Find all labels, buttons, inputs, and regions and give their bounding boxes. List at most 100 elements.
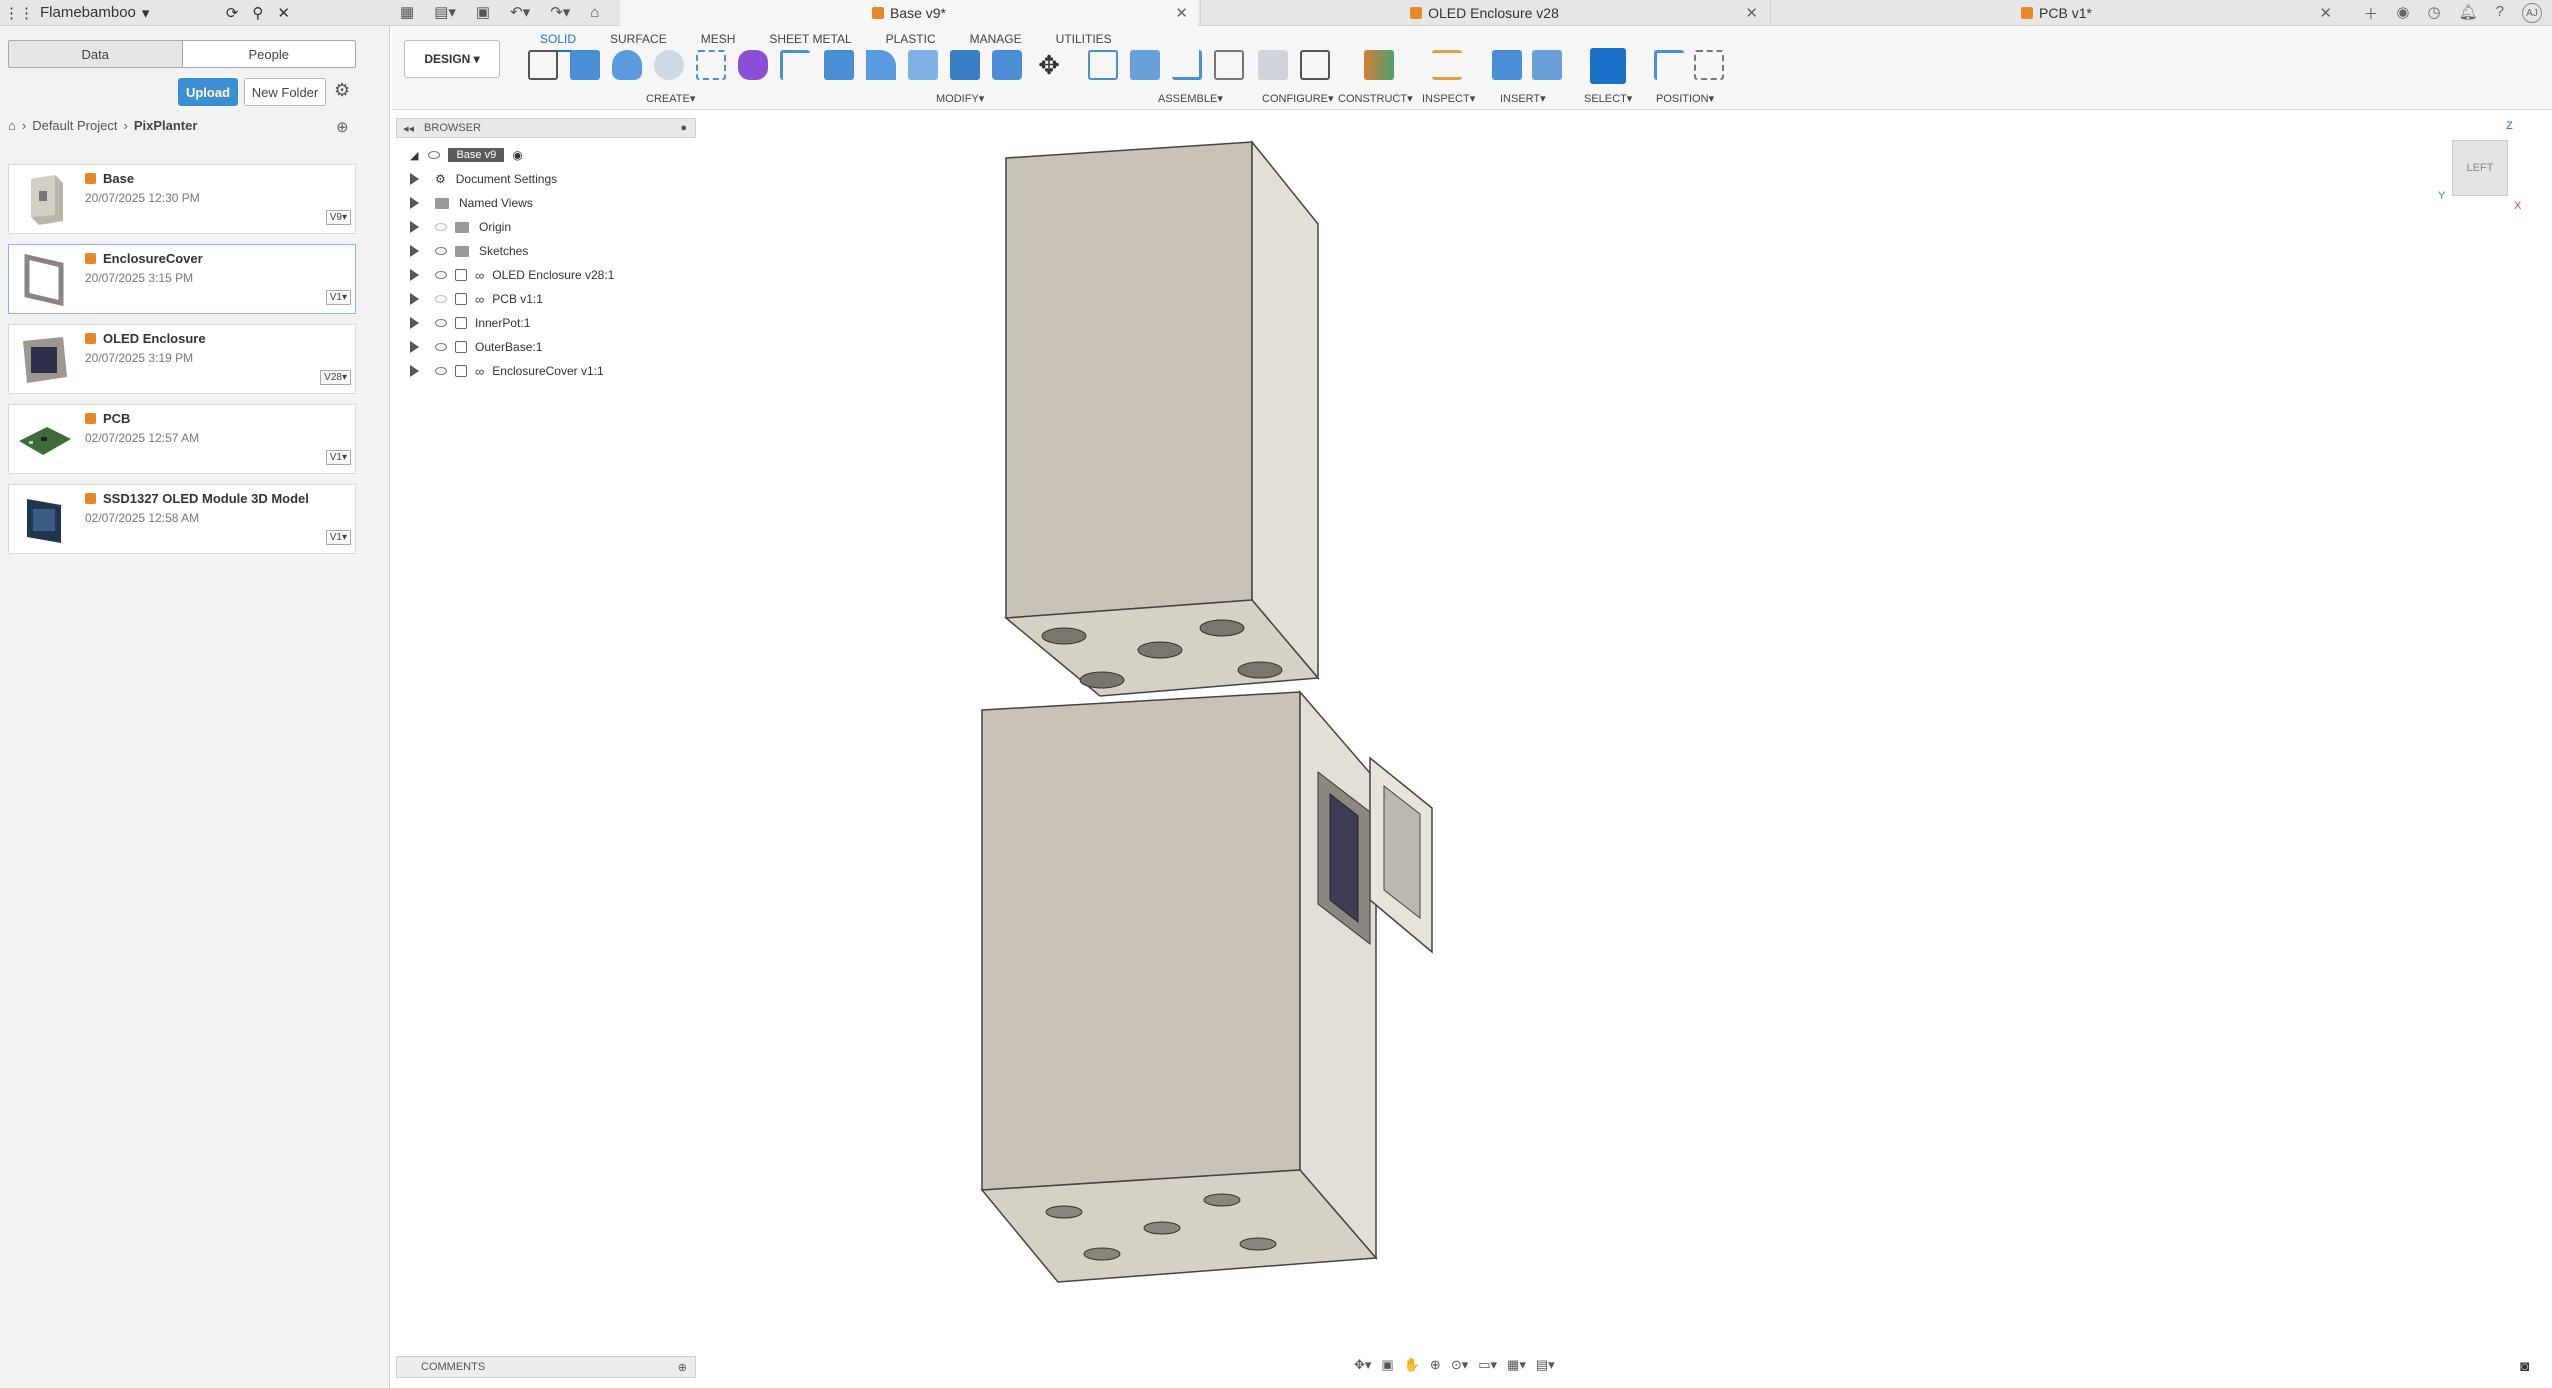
redo-icon[interactable]: ↷▾ [550,3,570,21]
tree-item-oled-enclosure[interactable]: ∞ OLED Enclosure v28:1 [410,264,710,286]
construct-menu[interactable]: CONSTRUCT▾ [1338,92,1413,105]
expand-triangle-icon[interactable] [410,341,419,353]
look-at-icon[interactable]: ▣ [1381,1357,1393,1373]
tree-item-pcb[interactable]: ∞ PCB v1:1 [410,288,710,310]
modify-menu[interactable]: MODIFY▾ [936,92,984,105]
tree-item-outerbase[interactable]: OuterBase:1 [410,336,710,358]
search-icon[interactable]: ⚲ [252,4,263,22]
tab-people[interactable]: People [183,41,356,67]
display-settings-icon[interactable]: ▭▾ [1478,1357,1497,1373]
browser-header[interactable]: ◂◂ BROWSER ● [396,118,696,138]
insert-menu[interactable]: INSERT▾ [1500,92,1546,105]
extrude-icon[interactable] [570,50,600,80]
new-folder-button[interactable]: New Folder [244,78,326,106]
insert-image-icon[interactable] [1532,50,1562,80]
tab-base[interactable]: Base v9* ✕ [620,0,1198,26]
new-tab-icon[interactable]: ＋ [2363,3,2378,24]
viewports-icon[interactable]: ▤▾ [1536,1357,1555,1373]
align-icon[interactable] [1654,50,1684,80]
expand-triangle-icon[interactable] [410,365,419,377]
close-tab-icon[interactable]: ✕ [1745,4,1758,22]
close-tab-icon[interactable]: ✕ [1175,4,1188,22]
avatar[interactable]: AJ [2522,3,2542,23]
assemble-menu[interactable]: ASSEMBLE▾ [1158,92,1223,105]
version-badge[interactable]: V1▾ [325,290,351,305]
visibility-icon[interactable] [435,367,447,375]
add-comment-icon[interactable]: ⊕ [678,1361,687,1374]
capture-position-icon[interactable] [1694,50,1724,80]
version-badge[interactable]: V1▾ [325,530,351,545]
expand-triangle-icon[interactable] [410,245,419,257]
tree-item-document-settings[interactable]: ⚙ Document Settings [410,168,710,190]
gear-icon[interactable]: ⚙ [334,80,350,101]
workspace-switcher[interactable]: DESIGN ▾ [404,40,500,78]
tab-surface[interactable]: SURFACE [600,28,677,52]
hole-icon[interactable] [654,50,684,80]
collapse-icon[interactable]: ◂◂ [403,122,414,135]
tab-pcb[interactable]: PCB v1* ✕ [1770,0,2342,26]
home-icon[interactable]: ⌂ [8,118,16,133]
tree-item-origin[interactable]: Origin [410,216,710,238]
breadcrumb-project[interactable]: Default Project [32,118,117,133]
form-icon[interactable] [738,50,768,80]
chat-icon[interactable]: ◙ [2520,1358,2529,1375]
expand-triangle-icon[interactable] [410,221,419,233]
configure-menu[interactable]: CONFIGURE▾ [1262,92,1334,105]
close-tab-icon[interactable]: ✕ [2319,4,2332,22]
tab-data[interactable]: Data [9,41,183,67]
tree-item-enclosurecover[interactable]: ∞ EnclosureCover v1:1 [410,360,710,382]
extensions-icon[interactable]: ◉ [2396,3,2409,24]
file-card-oled-enclosure[interactable]: OLED Enclosure 20/07/2025 3:19 PM V28▾ [8,324,356,394]
inner-pot-body[interactable] [1004,139,1320,697]
expand-triangle-icon[interactable] [410,197,419,209]
activate-radio-icon[interactable]: ◉ [512,148,522,162]
file-card-pcb[interactable]: PCB 02/07/2025 12:57 AM V1▾ [8,404,356,474]
as-built-joint-icon[interactable] [1172,50,1202,80]
version-badge[interactable]: V1▾ [325,450,351,465]
job-status-icon[interactable]: ◷ [2428,3,2441,24]
tab-manage[interactable]: MANAGE [960,28,1032,52]
project-settings-icon[interactable]: ⊕ [336,118,349,136]
split-icon[interactable] [780,50,810,80]
create-sketch-icon[interactable] [528,50,558,80]
zoom-icon[interactable]: ⊕ [1430,1357,1441,1373]
fit-icon[interactable]: ⊙▾ [1451,1357,1468,1373]
new-component-icon[interactable] [1088,50,1118,80]
configure-table-icon[interactable] [1300,50,1330,80]
select-icon[interactable] [1590,48,1626,84]
visibility-icon[interactable] [435,295,447,303]
orbit-icon[interactable]: ✥▾ [1354,1357,1371,1373]
upload-button[interactable]: Upload [178,78,238,106]
select-menu[interactable]: SELECT▾ [1584,92,1632,105]
tab-utilities[interactable]: UTILITIES [1046,28,1122,52]
pan-icon[interactable]: ✋ [1404,1357,1420,1373]
position-menu[interactable]: POSITION▾ [1656,92,1714,105]
viewport-canvas[interactable] [700,110,2552,1350]
enclosure-cover-body[interactable] [1369,756,1433,954]
home-icon[interactable]: ⌂ [590,4,599,21]
file-card-base[interactable]: Base 20/07/2025 12:30 PM V9▾ [8,164,356,234]
tab-sheet-metal[interactable]: SHEET METAL [759,28,861,52]
visibility-icon[interactable] [435,343,447,351]
tab-solid[interactable]: SOLID [530,28,587,52]
combine-icon[interactable] [950,50,980,80]
visibility-icon[interactable] [428,151,441,159]
visibility-icon[interactable] [435,223,447,231]
offset-face-icon[interactable] [992,50,1022,80]
create-menu[interactable]: CREATE▾ [646,92,695,105]
undo-icon[interactable]: ↶▾ [510,3,530,21]
chamfer-icon[interactable] [908,50,938,80]
tree-root[interactable]: ◢ Base v9 ◉ [410,144,710,166]
fillet-icon[interactable] [866,50,896,80]
joint-icon[interactable] [1130,50,1160,80]
inspect-menu[interactable]: INSPECT▾ [1422,92,1475,105]
configure-icon[interactable] [1258,50,1288,80]
version-badge[interactable]: V9▾ [325,210,351,225]
help-icon[interactable]: ? [2496,3,2504,24]
team-selector[interactable]: ⋮⋮ Flamebamboo ▾ ⟳ ⚲ ✕ [0,4,290,22]
close-icon[interactable]: ✕ [277,4,290,22]
visibility-icon[interactable] [435,271,447,279]
expand-triangle-icon[interactable] [410,173,419,185]
tab-plastic[interactable]: PLASTIC [876,28,946,52]
save-icon[interactable]: ▣ [476,3,490,21]
